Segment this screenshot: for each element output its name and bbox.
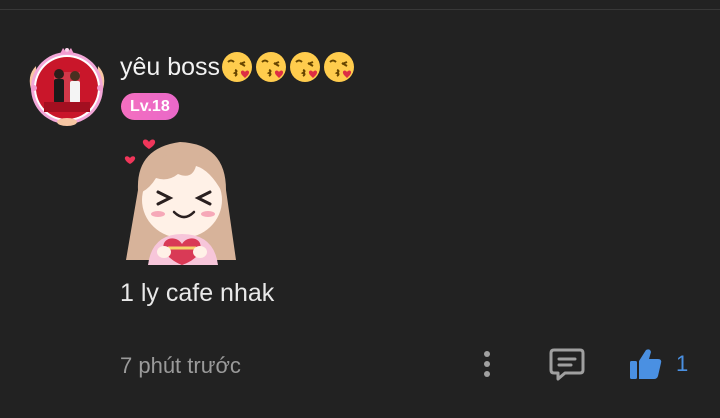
kissing-heart-emoji [290, 52, 321, 82]
like-count: 1 [676, 351, 689, 376]
username[interactable]: yêu boss [120, 50, 357, 84]
divider [0, 9, 720, 10]
like-button[interactable]: 1 [628, 346, 692, 382]
username-text: yêu boss [120, 52, 221, 81]
kissing-heart-emoji [256, 52, 287, 82]
comment-reply-icon [549, 348, 585, 381]
reply-button[interactable] [548, 346, 586, 382]
thumbs-up-icon [630, 349, 662, 379]
comment-item: yêu boss Lv.18 1 ly cafe nhak 7 phút trư… [0, 0, 720, 418]
chibi-girl-heart-sticker [118, 130, 248, 265]
more-options-button[interactable] [474, 348, 500, 380]
kissing-heart-emoji [222, 52, 253, 82]
level-badge: Lv.18 [121, 93, 179, 120]
kissing-heart-emoji [324, 52, 355, 82]
avatar[interactable] [26, 46, 108, 128]
timestamp: 7 phút trước [120, 353, 241, 378]
comment-text: 1 ly cafe nhak [120, 279, 275, 307]
more-vertical-icon [484, 351, 490, 377]
username-emojis [221, 51, 357, 83]
